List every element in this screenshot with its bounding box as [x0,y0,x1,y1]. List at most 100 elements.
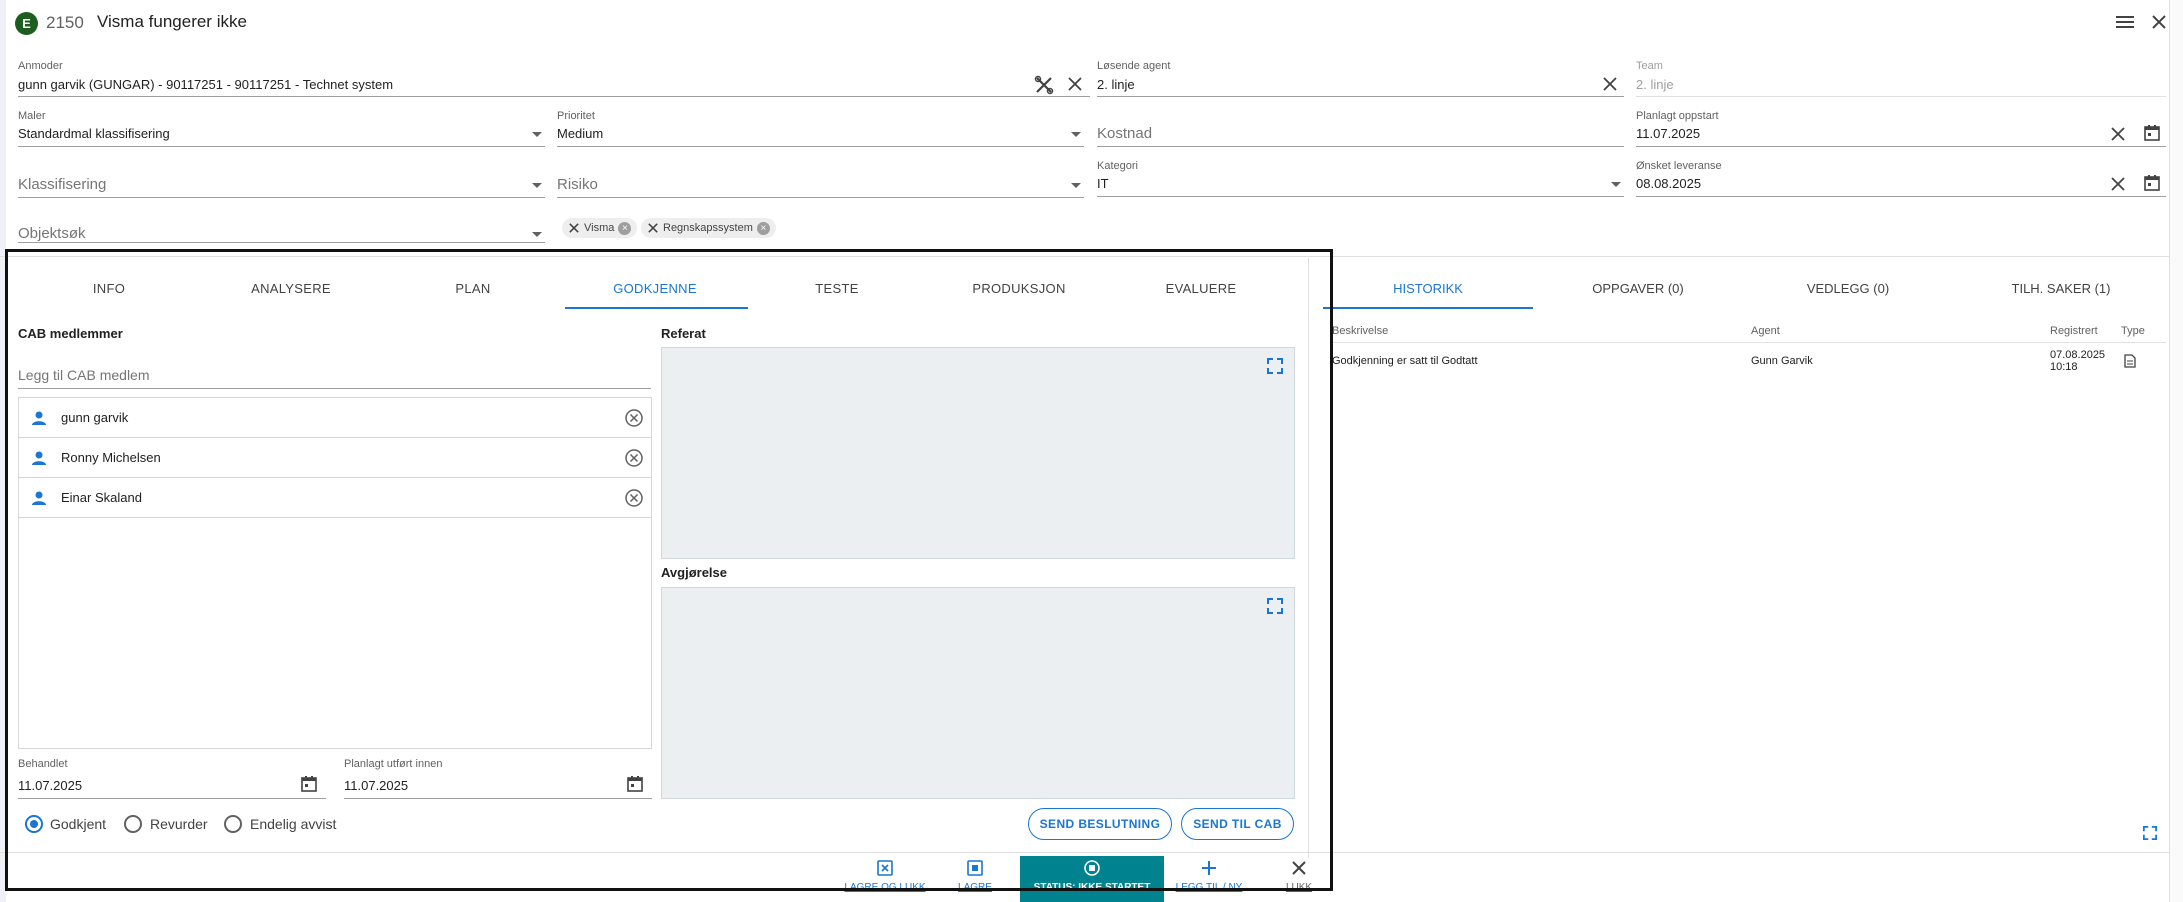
close-label: LUKK [1285,882,1313,893]
onsket-leveranse-field[interactable]: Ønsket leveranse 08.08.2025 [1636,158,2166,197]
chip-remove-icon[interactable]: × [618,221,632,235]
planlagt-utfort-field[interactable]: Planlagt utført innen 11.07.2025 [344,757,652,799]
avgjorelse-textarea[interactable] [661,587,1295,799]
left-edge-strip [0,0,6,902]
tab-evaluere[interactable]: EVALUERE [1112,281,1290,296]
history-time: 10:18 [2050,361,2078,373]
fullscreen-icon[interactable] [2143,826,2157,840]
status-button[interactable]: STATUS: IKKE STARTET [1020,856,1164,902]
tab-produksjon[interactable]: PRODUKSJON [930,281,1108,296]
chevron-down-icon [532,232,542,237]
column-header[interactable]: Registrert [2050,325,2098,337]
person-icon [32,451,46,465]
object-chip[interactable]: Regnskapssystem × [641,218,776,238]
close-button[interactable]: LUKK [1276,856,1322,902]
referat-textarea[interactable] [661,347,1295,559]
history-date: 07.08.2025 [2050,349,2106,361]
radio-revurder[interactable] [124,815,142,833]
klassifisering-select[interactable]: Klassifisering [18,159,545,198]
tools-icon[interactable] [1034,75,1054,95]
onsket-leveranse-label: Ønsket leveranse [1636,160,1722,172]
prioritet-label: Prioritet [557,110,595,122]
divider [0,256,2183,257]
radio-endelig-avvist[interactable] [224,815,242,833]
objektsok-placeholder: Objektsøk [18,225,86,242]
referat-label: Referat [661,326,706,341]
tab-tilh-saker[interactable]: TILH. SAKER (1) [1953,281,2169,296]
losende-agent-label: Løsende agent [1097,60,1171,72]
risiko-select[interactable]: Risiko [557,159,1084,198]
remove-member-icon[interactable] [624,488,644,508]
calendar-icon[interactable] [626,775,644,793]
anmoder-field[interactable]: Anmoder gunn garvik (GUNGAR) - 90117251 … [18,58,1090,97]
tab-vedlegg[interactable]: VEDLEGG (0) [1743,281,1953,296]
stop-icon [1084,860,1100,876]
chip-remove-icon[interactable]: × [756,221,770,235]
tab-teste[interactable]: TESTE [748,281,926,296]
kategori-label: Kategori [1097,160,1138,172]
remove-member-icon[interactable] [624,448,644,468]
add-cab-member-input[interactable]: Legg til CAB medlem [18,358,651,389]
case-number: 2150 [46,13,84,32]
behandlet-field[interactable]: Behandlet 11.07.2025 [18,757,326,799]
save-and-close-button[interactable]: LAGRE OG LUKK [840,856,930,902]
list-item[interactable]: Ronny Michelsen [19,438,651,478]
tools-icon [569,223,579,233]
radio-revurder-label: Revurder [150,816,208,832]
fullscreen-icon[interactable] [1267,598,1283,614]
clear-agent-icon[interactable] [1603,77,1617,91]
column-header[interactable]: Beskrivelse [1332,325,1388,337]
tab-info[interactable]: INFO [20,281,198,296]
team-value: 2. linje [1636,77,1674,92]
list-item[interactable]: gunn garvik [19,398,651,438]
radio-godkjent[interactable] [25,815,43,833]
chevron-down-icon [1071,132,1081,137]
prioritet-value: Medium [557,126,604,141]
menu-icon[interactable] [2116,15,2134,29]
list-item[interactable]: Einar Skaland [19,478,651,518]
maler-select[interactable]: Maler Standardmal klassifisering [18,108,545,147]
klassifisering-placeholder: Klassifisering [18,176,107,193]
right-edge-strip [2169,0,2183,902]
clear-date-icon[interactable] [2111,127,2125,141]
onsket-leveranse-value: 08.08.2025 [1636,176,1702,191]
calendar-icon[interactable] [2143,124,2161,142]
objektsok-select[interactable]: Objektsøk [18,210,545,243]
active-right-tab-indicator [1323,307,1533,309]
object-chip[interactable]: Visma × [562,218,638,238]
send-til-cab-button[interactable]: SEND TIL CAB [1181,808,1294,840]
vertical-divider [1308,258,1309,858]
tools-icon [648,223,658,233]
document-icon[interactable] [2124,354,2136,368]
send-beslutning-button[interactable]: SEND BESLUTNING [1028,808,1172,840]
tab-oppgaver[interactable]: OPPGAVER (0) [1533,281,1743,296]
save-and-close-label: LAGRE OG LUKK [844,882,926,893]
calendar-icon[interactable] [2143,174,2161,192]
column-header[interactable]: Agent [1751,325,1780,337]
team-label: Team [1636,60,1663,72]
kostnad-placeholder: Kostnad [1097,125,1153,142]
clear-anmoder-icon[interactable] [1068,77,1082,91]
calendar-icon[interactable] [300,775,318,793]
tab-plan[interactable]: PLAN [384,281,562,296]
fullscreen-icon[interactable] [1267,358,1283,374]
column-header[interactable]: Type [2121,325,2145,337]
add-new-button[interactable]: LEGG TIL / NY [1172,856,1246,902]
planlagt-oppstart-field[interactable]: Planlagt oppstart 11.07.2025 [1636,108,2166,147]
kategori-select[interactable]: Kategori IT [1097,158,1624,197]
page-title: Visma fungerer ikke [97,12,247,31]
remove-member-icon[interactable] [624,408,644,428]
clear-date-icon[interactable] [2111,177,2125,191]
save-button[interactable]: LAGRE [950,856,1000,902]
losende-agent-field[interactable]: Løsende agent 2. linje [1097,58,1624,97]
kostnad-input[interactable]: Kostnad [1097,108,1624,147]
tab-historikk[interactable]: HISTORIKK [1323,281,1533,296]
close-window-icon[interactable] [2151,14,2167,30]
tab-godkjenne[interactable]: GODKJENNE [566,281,744,296]
plus-icon [1202,861,1216,875]
active-tab-indicator [565,307,748,309]
avgjorelse-label: Avgjørelse [661,565,727,580]
tab-analysere[interactable]: ANALYSERE [202,281,380,296]
prioritet-select[interactable]: Prioritet Medium [557,108,1084,147]
table-row[interactable]: Godkjenning er satt til Godtatt Gunn Gar… [1330,345,2166,379]
